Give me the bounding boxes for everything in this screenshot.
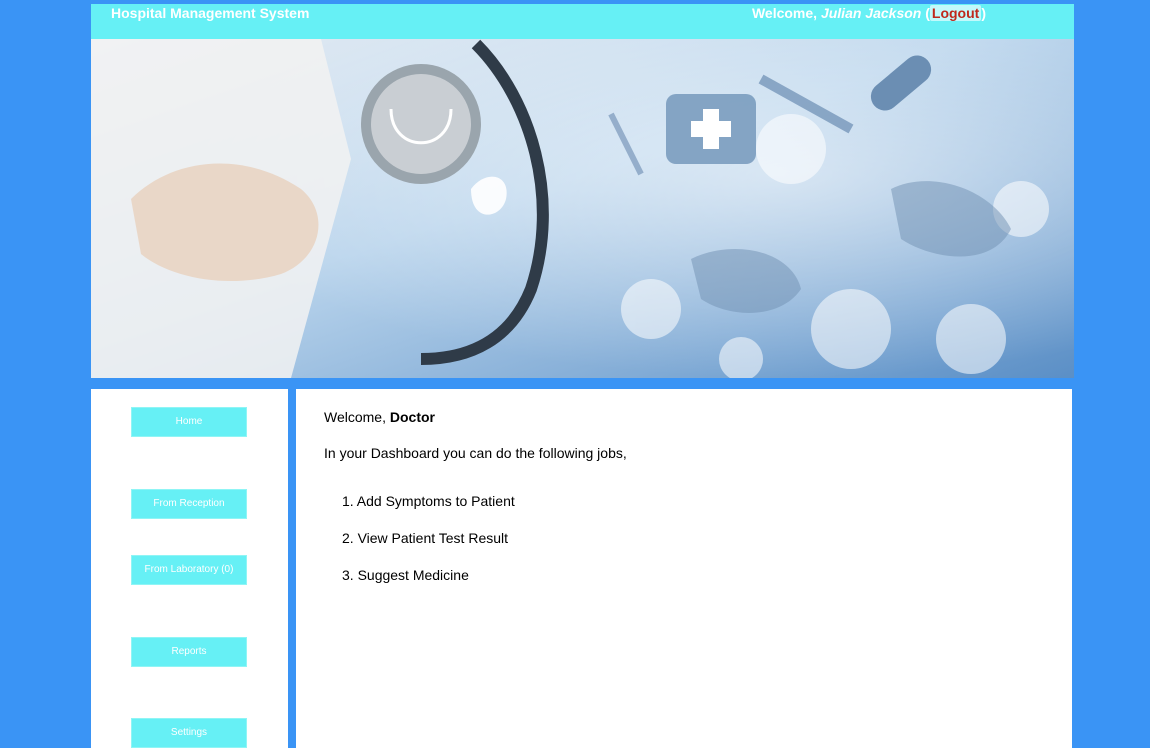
sidebar-item-reports[interactable]: Reports	[131, 637, 247, 667]
greeting-role: Doctor	[389, 409, 435, 425]
list-item: 2. View Patient Test Result	[342, 530, 509, 546]
page: Hospital Management System Welcome, Juli…	[91, 0, 1074, 748]
sidebar-item-from-reception[interactable]: From Reception	[131, 489, 247, 519]
logout-paren-close: )	[981, 5, 986, 21]
jobs-list: 1. Add Symptoms to Patient 2. View Patie…	[342, 493, 515, 604]
dashboard-intro: In your Dashboard you can do the followi…	[324, 445, 627, 461]
app-title: Hospital Management System	[111, 5, 310, 21]
banner-illustration	[91, 39, 1074, 378]
sidebar-item-home[interactable]: Home	[131, 407, 247, 437]
user-welcome: Welcome, Julian Jackson (Logout)	[752, 5, 986, 21]
banner-image	[91, 39, 1074, 378]
sidebar-item-from-laboratory[interactable]: From Laboratory (0)	[131, 555, 247, 585]
list-item: 3. Suggest Medicine	[342, 567, 469, 583]
logout-link[interactable]: Logout	[929, 5, 982, 21]
greeting-prefix: Welcome,	[324, 409, 390, 425]
top-bar: Hospital Management System Welcome, Juli…	[91, 4, 1074, 39]
logout-paren-open: (	[921, 5, 930, 21]
main-content: Welcome, Doctor In your Dashboard you ca…	[296, 389, 1072, 748]
welcome-prefix: Welcome,	[751, 5, 821, 21]
sidebar-item-settings[interactable]: Settings	[131, 718, 247, 748]
dashboard-greeting: Welcome, Doctor	[324, 409, 435, 425]
user-name: Julian Jackson	[820, 5, 922, 21]
sidebar-nav: Home From Reception From Laboratory (0) …	[91, 389, 288, 748]
list-item: 1. Add Symptoms to Patient	[342, 493, 515, 509]
